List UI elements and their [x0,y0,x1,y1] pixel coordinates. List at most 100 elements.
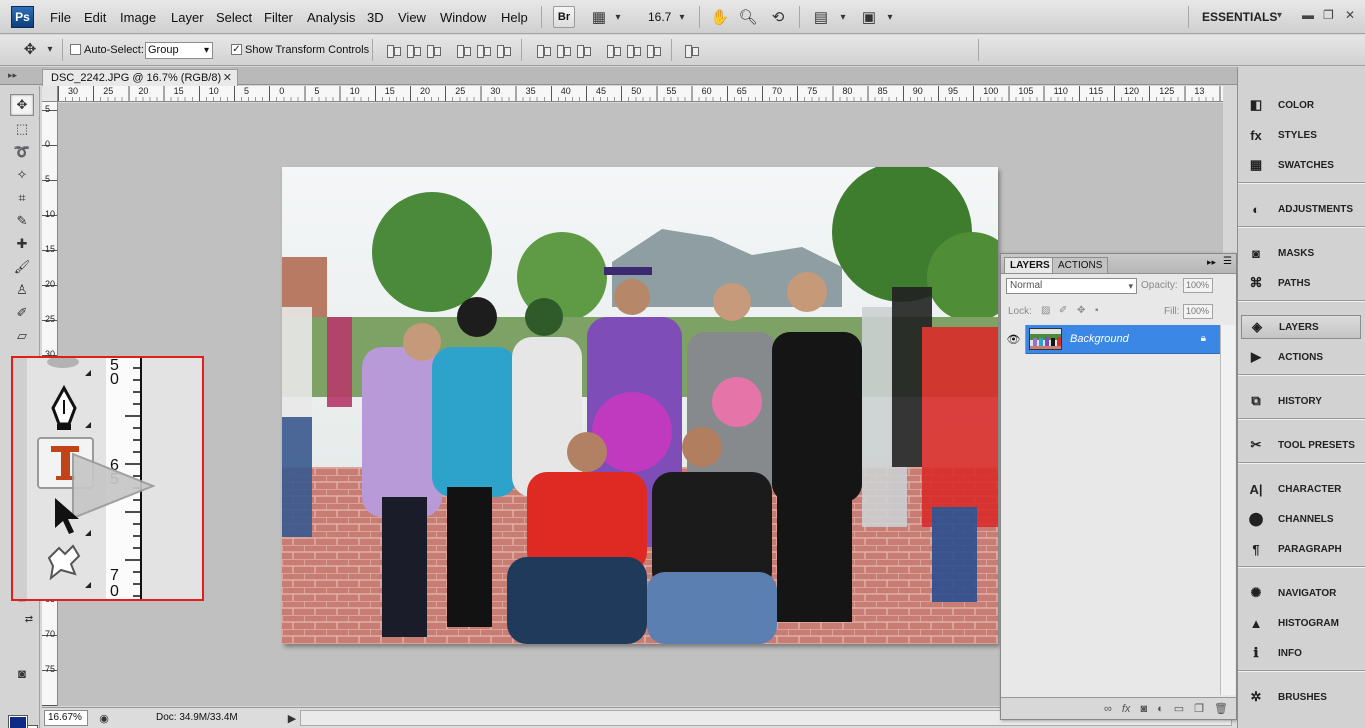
dock-item-masks[interactable]: ◙ MASKS [1241,241,1361,265]
photoshop-logo-icon[interactable]: Ps [11,6,34,28]
zoom-tool-icon[interactable]: 🔍︎ [738,7,758,27]
clone-stamp-tool-icon[interactable]: ♙ [10,279,34,301]
layer-row-background[interactable]: 👁︎ Background 🔒︎ [1002,325,1220,354]
menu-view[interactable]: View [398,10,426,25]
workspace-dropdown-icon[interactable]: ▾ [1277,10,1282,21]
tab-actions[interactable]: ACTIONS [1052,257,1109,273]
dock-item-actions[interactable]: ▶ ACTIONS [1241,345,1361,369]
delete-layer-icon[interactable]: 🗑︎ [1214,702,1228,715]
history-brush-tool-icon[interactable]: ✐ [10,302,34,324]
lock-all-icon[interactable]: ▪ [1095,305,1099,316]
quick-mask-icon[interactable]: ◙ [10,662,34,684]
align-right-icon[interactable] [495,44,511,58]
collapse-panel-icon[interactable]: ▸▸ [1207,257,1216,268]
dock-item-layers[interactable]: ◈ LAYERS [1241,315,1361,339]
close-icon[interactable]: ✕ [1345,8,1355,22]
workspace-switcher[interactable]: ESSENTIALS [1202,10,1277,24]
panel-menu-icon[interactable]: ☰ [1223,256,1232,267]
menu-analysis[interactable]: Analysis [307,10,355,25]
chevron-down-icon[interactable]: ▾ [880,7,900,27]
menu-select[interactable]: Select [216,10,252,25]
status-menu-icon[interactable]: ◉ [94,708,114,728]
dock-item-history[interactable]: ⧉ HISTORY [1241,389,1361,413]
lock-transparency-icon[interactable]: ▨ [1041,305,1050,316]
dock-item-channels[interactable]: ⬤ CHANNELS [1241,507,1361,531]
minimize-icon[interactable]: ▬ [1302,8,1314,22]
zoom-level[interactable]: 16.7 [648,10,671,24]
menu-image[interactable]: Image [120,10,156,25]
dock-item-character[interactable]: A| CHARACTER [1241,477,1361,501]
menu-3d[interactable]: 3D [367,10,384,25]
menu-edit[interactable]: Edit [84,10,106,25]
new-group-icon[interactable]: ▭ [1174,702,1184,715]
dock-item-navigator[interactable]: ✺ NAVIGATOR [1241,581,1361,605]
distribute-left-icon[interactable] [605,44,621,58]
move-tool-icon[interactable]: ✥ [10,94,34,116]
align-horizontal-center-icon[interactable] [475,44,491,58]
lock-image-icon[interactable]: ✐ [1059,305,1067,316]
magic-wand-tool-icon[interactable]: ✧ [10,164,34,186]
horizontal-ruler[interactable]: 30 25 20 15 10 5 0 5 10 15 20 25 30 35 40 45 50 55 60 65 70 7… [58,86,1223,102]
view-extras-icon[interactable]: ▦ [589,7,609,27]
foreground-color-swatch[interactable] [8,715,28,728]
expand-panels-icon[interactable]: ▸▸ [8,70,17,81]
lasso-tool-icon[interactable]: ➰ [10,141,34,163]
ruler-origin[interactable] [42,86,58,102]
dock-item-color[interactable]: ◧ COLOR [1241,93,1361,117]
distribute-right-icon[interactable] [645,44,661,58]
menu-window[interactable]: Window [440,10,486,25]
close-document-icon[interactable]: ✕ [223,70,232,86]
distribute-horizontal-center-icon[interactable] [625,44,641,58]
chevron-down-icon[interactable]: ▾ [833,7,853,27]
lock-position-icon[interactable]: ✥ [1077,305,1085,316]
dock-item-styles[interactable]: fx STYLES [1241,123,1361,147]
distribute-bottom-icon[interactable] [575,44,591,58]
marquee-tool-icon[interactable]: ⬚ [10,118,34,140]
move-tool-preset-icon[interactable]: ✥ [20,39,40,59]
eraser-tool-icon[interactable]: ▱ [10,325,34,347]
rotate-view-icon[interactable]: ⟲ [768,7,788,27]
dock-item-brushes[interactable]: ✲ BRUSHES [1241,685,1361,709]
blend-mode-dropdown[interactable]: Normal [1006,278,1137,294]
dock-item-adjustments[interactable]: ◐ ADJUSTMENTS [1241,197,1361,221]
zoom-dropdown-icon[interactable]: ▾ [672,7,692,27]
fill-field[interactable]: 100% [1183,304,1213,319]
dock-item-paragraph[interactable]: ¶ PARAGRAPH [1241,537,1361,561]
dock-item-info[interactable]: ℹ INFO [1241,641,1361,665]
eyedropper-tool-icon[interactable]: ✎ [10,210,34,232]
document-image[interactable] [282,167,998,644]
swap-colors-icon[interactable]: ⇄ [22,608,36,630]
bridge-button[interactable]: Br [553,6,575,28]
layer-style-icon[interactable]: fx [1122,703,1131,715]
screen-mode-icon[interactable]: ▣ [859,7,879,27]
new-layer-icon[interactable]: ❐ [1194,702,1204,715]
auto-align-layers-icon[interactable] [683,44,699,58]
healing-brush-tool-icon[interactable]: ✚ [10,233,34,255]
link-layers-icon[interactable]: ∞ [1104,703,1112,715]
menu-file[interactable]: File [50,10,71,25]
adjustment-layer-icon[interactable]: ◐ [1157,703,1164,715]
brush-tool-icon[interactable]: 🖌︎ [10,256,34,278]
align-left-icon[interactable] [455,44,471,58]
align-top-icon[interactable] [385,44,401,58]
restore-icon[interactable]: ❐ [1323,8,1334,22]
auto-select-checkbox[interactable] [70,44,81,55]
align-vertical-center-icon[interactable] [405,44,421,58]
show-transform-checkbox[interactable]: ✓ [231,44,242,55]
document-tab[interactable]: DSC_2242.JPG @ 16.7% (RGB/8) ✕ [42,69,238,86]
chevron-down-icon[interactable]: ▾ [608,7,628,27]
dock-item-paths[interactable]: ⌘ PATHS [1241,271,1361,295]
distribute-vertical-center-icon[interactable] [555,44,571,58]
dock-item-swatches[interactable]: ▦ SWATCHES [1241,153,1361,177]
arrange-documents-icon[interactable]: ▤ [811,7,831,27]
align-bottom-icon[interactable] [425,44,441,58]
layers-scrollbar[interactable] [1220,325,1235,695]
status-arrow-icon[interactable]: ▶ [282,708,302,728]
hand-tool-icon[interactable]: ✋ [710,7,730,27]
layer-name[interactable]: Background [1070,333,1129,345]
dock-item-histogram[interactable]: ▲ HISTOGRAM [1241,611,1361,635]
dock-item-tool-presets[interactable]: ✂ TOOL PRESETS [1241,433,1361,457]
menu-filter[interactable]: Filter [264,10,293,25]
menu-help[interactable]: Help [501,10,528,25]
distribute-top-icon[interactable] [535,44,551,58]
